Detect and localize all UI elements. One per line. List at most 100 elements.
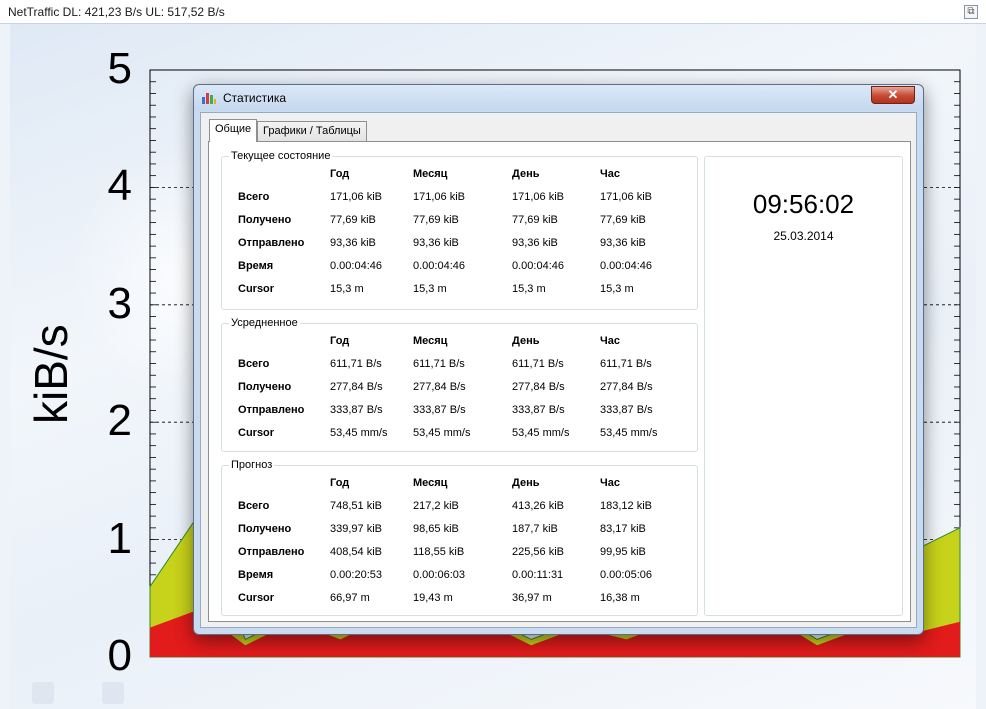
restore-window-button[interactable]: ⧉	[964, 5, 978, 19]
y-tick-label: 3	[107, 278, 132, 328]
dialog-title: Статистика	[223, 91, 287, 105]
row-value: 217,2 kiB	[413, 500, 459, 512]
column-header: Час	[600, 477, 620, 489]
row-value: 611,71 B/s	[330, 358, 382, 370]
row-value: 225,56 kiB	[512, 546, 564, 558]
row-value: 15,3 m	[512, 283, 546, 295]
tab-charts-tables[interactable]: Графики / Таблицы	[257, 121, 367, 141]
row-label: Время	[238, 569, 274, 581]
statistics-dialog: Статистика ✕ Общие Графики / Таблицы Тек…	[193, 84, 924, 635]
row-value: 171,06 kiB	[600, 191, 652, 203]
row-value: 53,45 mm/s	[330, 427, 388, 439]
row-label: Всего	[238, 358, 270, 370]
y-tick-label: 1	[107, 513, 132, 563]
tab-general[interactable]: Общие	[209, 119, 258, 142]
row-label: Cursor	[238, 283, 275, 295]
main-window-title: NetTraffic DL: 421,23 B/s UL: 517,52 B/s	[8, 5, 225, 19]
row-value: 15,3 m	[600, 283, 634, 295]
row-value: 611,71 B/s	[512, 358, 564, 370]
row-label: Отправлено	[238, 404, 305, 416]
row-value: 333,87 B/s	[512, 404, 565, 416]
bar-chart-icon	[202, 93, 216, 104]
clock-time: 09:56:02	[752, 189, 855, 219]
column-header: Месяц	[413, 335, 448, 347]
row-value: 118,55 kiB	[413, 546, 465, 558]
row-value: 333,87 B/s	[413, 404, 466, 416]
row-value: 333,87 B/s	[330, 404, 383, 416]
stats-group: Текущее состояние Год Месяц День Час Всего 171…	[221, 150, 698, 310]
clock-panel: 09:56:02 25.03.2014	[704, 156, 903, 616]
row-value: 83,17 kiB	[600, 523, 646, 535]
column-header: Месяц	[413, 477, 448, 489]
row-value: 0.00:20:53	[330, 569, 382, 581]
row-value: 0.00:06:03	[413, 569, 465, 581]
row-value: 277,84 B/s	[330, 381, 383, 393]
corner-icon-left	[32, 682, 54, 704]
corner-icon-right	[102, 682, 124, 704]
row-value: 171,06 kiB	[330, 191, 382, 203]
row-value: 187,7 kiB	[512, 523, 558, 535]
row-value: 53,45 mm/s	[600, 427, 658, 439]
row-value: 277,84 B/s	[512, 381, 565, 393]
row-value: 0.00:04:46	[600, 260, 652, 272]
row-value: 277,84 B/s	[600, 381, 653, 393]
row-label: Cursor	[238, 427, 275, 439]
close-icon: ✕	[887, 87, 899, 102]
row-value: 93,36 kiB	[600, 237, 646, 249]
row-label: Cursor	[238, 592, 275, 604]
y-tick-label: 2	[107, 396, 132, 446]
row-value: 0.00:11:31	[512, 569, 564, 581]
row-value: 611,71 B/s	[413, 358, 465, 370]
row-label: Всего	[238, 500, 270, 512]
dialog-body: Общие Графики / Таблицы Текущее состояни…	[200, 112, 917, 628]
row-value: 171,06 kiB	[512, 191, 564, 203]
y-tick-label: 0	[107, 631, 132, 680]
row-value: 36,97 m	[512, 592, 552, 604]
column-header: Час	[600, 335, 620, 347]
row-value: 93,36 kiB	[330, 237, 376, 249]
row-label: Получено	[238, 523, 292, 535]
row-label: Отправлено	[238, 237, 305, 249]
group-title: Усредненное	[229, 317, 300, 329]
row-value: 748,51 kiB	[330, 500, 382, 512]
row-value: 16,38 m	[600, 592, 640, 604]
row-value: 98,65 kiB	[413, 523, 459, 535]
group-title: Текущее состояние	[229, 150, 333, 162]
row-value: 0.00:04:46	[413, 260, 465, 272]
row-label: Всего	[238, 191, 270, 203]
tab-page-general: Текущее состояние Год Месяц День Час Всего 171…	[208, 141, 911, 622]
row-label: Получено	[238, 381, 292, 393]
stats-group: Усредненное Год Месяц День Час Всего 611,71 B/…	[221, 317, 698, 452]
row-value: 408,54 kiB	[330, 546, 382, 558]
row-value: 183,12 kiB	[600, 500, 652, 512]
y-tick-label: 4	[107, 161, 132, 211]
row-value: 77,69 kiB	[330, 214, 376, 226]
row-value: 0.00:04:46	[512, 260, 564, 272]
column-header: День	[512, 335, 540, 347]
column-header: Месяц	[413, 168, 448, 180]
row-value: 339,97 kiB	[330, 523, 382, 535]
row-value: 53,45 mm/s	[413, 427, 471, 439]
row-value: 0.00:04:46	[330, 260, 382, 272]
row-value: 277,84 B/s	[413, 381, 466, 393]
row-value: 413,26 kiB	[512, 500, 564, 512]
row-value: 99,95 kiB	[600, 546, 646, 558]
row-value: 77,69 kiB	[413, 214, 459, 226]
row-value: 53,45 mm/s	[512, 427, 570, 439]
row-value: 15,3 m	[413, 283, 447, 295]
column-header: Год	[330, 477, 350, 489]
row-value: 77,69 kiB	[512, 214, 558, 226]
dialog-titlebar[interactable]: Статистика ✕	[194, 85, 923, 111]
row-label: Получено	[238, 214, 292, 226]
row-value: 93,36 kiB	[413, 237, 459, 249]
dialog-close-button[interactable]: ✕	[871, 86, 915, 104]
y-tick-label: 5	[107, 44, 132, 93]
column-header: День	[512, 477, 540, 489]
group-title: Прогноз	[229, 459, 275, 471]
stats-group: Прогноз Год Месяц День Час Всего 748,51 kiB 217…	[221, 459, 698, 616]
row-value: 333,87 B/s	[600, 404, 653, 416]
column-header: Год	[330, 335, 350, 347]
column-header: Час	[600, 168, 620, 180]
main-window-titlebar[interactable]: NetTraffic DL: 421,23 B/s UL: 517,52 B/s…	[0, 0, 986, 24]
clock-date: 25.03.2014	[773, 229, 834, 243]
